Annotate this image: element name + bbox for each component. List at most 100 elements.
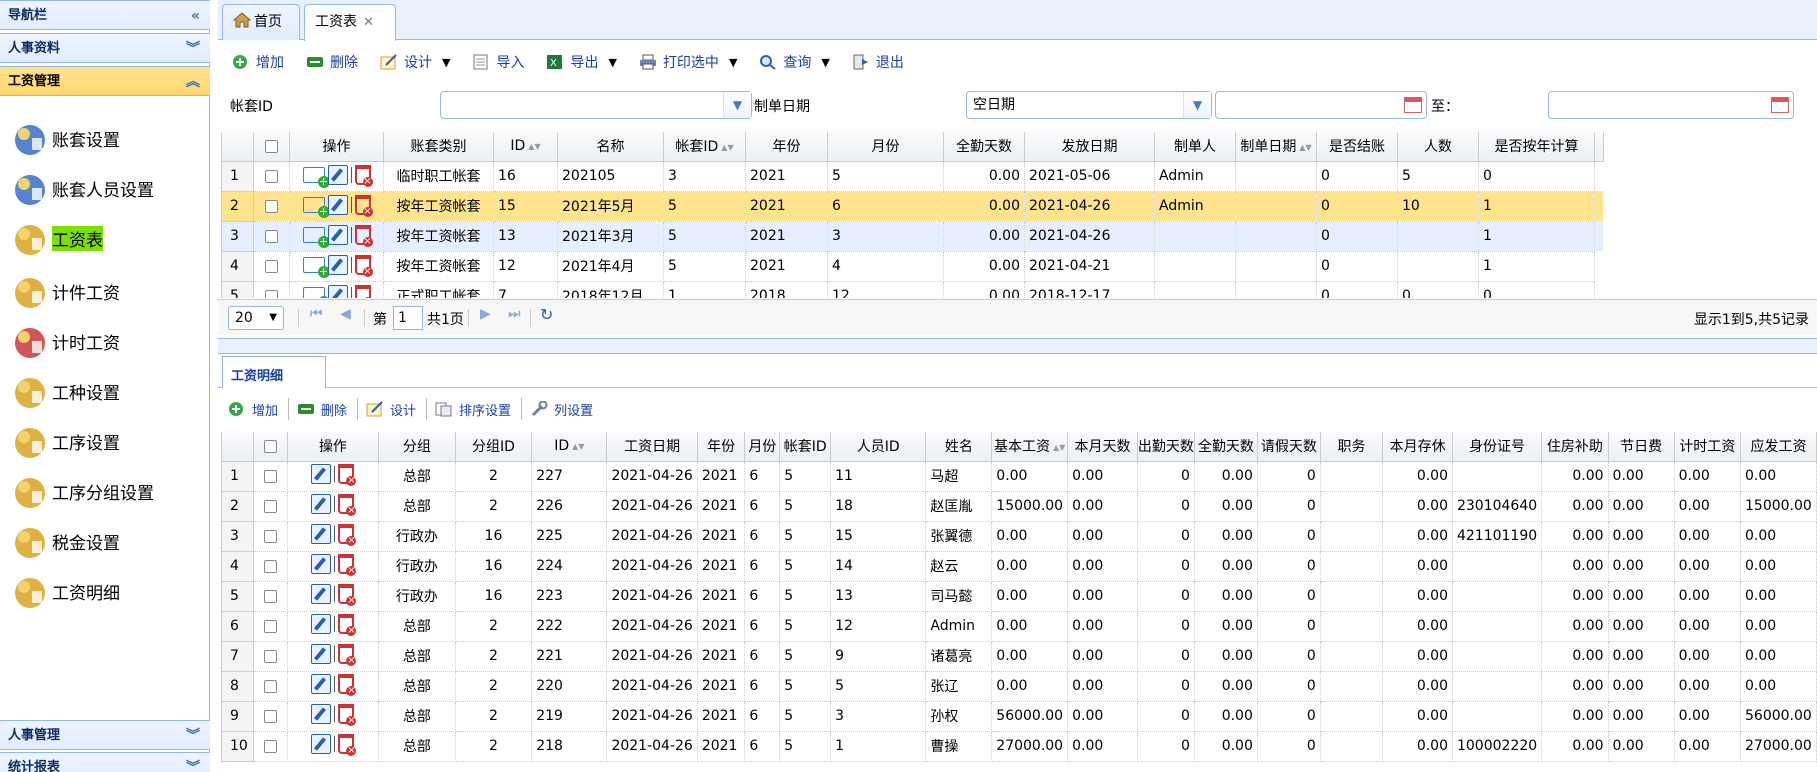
add-detail-icon[interactable] [302, 197, 330, 218]
column-header[interactable]: ID ▲▼ [531, 432, 608, 462]
ledger-id-combobox[interactable]: ▼ [440, 91, 752, 119]
row-checkbox-cell[interactable] [252, 700, 288, 732]
import-button[interactable]: 导入 [472, 52, 524, 72]
column-header[interactable]: ID ▲▼ [493, 132, 558, 162]
collapse-up-icon[interactable]: ︽ [186, 67, 200, 97]
column-header[interactable]: 分组ID [454, 432, 533, 462]
column-header[interactable]: 姓名 [925, 432, 993, 462]
dropdown-arrow-icon[interactable]: ▼ [729, 56, 737, 69]
exit-button[interactable]: 退出 [852, 52, 904, 72]
column-header[interactable]: 制单人 [1154, 132, 1236, 162]
section-reports[interactable]: 统计报表 ︾ [0, 752, 210, 772]
row-checkbox-cell[interactable] [252, 550, 288, 582]
column-header[interactable]: 本月天数 [1067, 432, 1138, 462]
table-row[interactable]: 1临时职工帐套162021053202150.002021-05-06Admin… [221, 160, 1604, 192]
detail-delete-button[interactable]: 删除 [297, 400, 347, 419]
edit-icon[interactable] [311, 704, 332, 724]
column-header[interactable]: 请假天数 [1256, 432, 1321, 462]
tab-home[interactable]: 首页 [222, 4, 300, 40]
table-row[interactable]: 5正式职工帐套72018年12月12018120.002018-12-17000 [221, 280, 1604, 298]
checkbox-icon[interactable] [263, 529, 277, 543]
tab-salary-detail[interactable]: 工资明细 [222, 356, 326, 388]
delete-icon[interactable] [338, 554, 357, 576]
calendar-icon[interactable] [1404, 97, 1422, 113]
column-header[interactable]: 月份 [827, 132, 944, 162]
column-header[interactable]: 制单日期 ▲▼ [1235, 132, 1317, 162]
delete-icon[interactable] [354, 195, 373, 217]
column-header[interactable]: 应发工资 [1740, 432, 1817, 462]
calendar-icon[interactable] [1771, 97, 1789, 113]
sidebar-item-4[interactable]: 计件工资 [10, 268, 200, 314]
delete-icon[interactable] [338, 524, 357, 546]
checkbox-icon[interactable] [263, 709, 277, 723]
delete-icon[interactable] [338, 674, 357, 696]
refresh-icon[interactable]: ↻ [540, 305, 553, 324]
edit-icon[interactable] [311, 644, 332, 664]
column-header[interactable]: 住房补助 [1541, 432, 1609, 462]
checkbox-icon[interactable] [263, 499, 277, 513]
column-header[interactable]: 帐套ID [779, 432, 832, 462]
sidebar-item-7[interactable]: 工序设置 [10, 418, 200, 464]
table-row[interactable]: 9总部22192021-04-262021653孙权56000.000.0000… [221, 700, 1817, 732]
last-page-icon[interactable]: ⏭ [508, 306, 521, 322]
section-hr-data[interactable]: 人事资料 ︾ [0, 33, 210, 63]
table-row[interactable]: 4行政办162242021-04-2620216514赵云0.000.0000.… [221, 550, 1817, 582]
print-selected-button[interactable]: 打印选中 ▼ [639, 52, 737, 72]
section-hr-management[interactable]: 人事管理 ︾ [0, 720, 210, 750]
checkbox-icon[interactable] [265, 199, 278, 213]
table-row[interactable]: 1总部22272021-04-2620216511马超0.000.0000.00… [221, 460, 1817, 492]
expand-down-icon[interactable]: ︾ [186, 721, 200, 751]
checkbox-icon[interactable] [263, 589, 277, 603]
checkbox-icon[interactable] [263, 679, 277, 693]
table-row[interactable]: 2总部22262021-04-2620216518赵匡胤15000.000.00… [221, 490, 1817, 522]
column-header[interactable]: 分组 [378, 432, 456, 462]
sidebar-item-6[interactable]: 工种设置 [10, 368, 200, 414]
date-from-input[interactable] [1215, 91, 1427, 119]
edit-icon[interactable] [311, 674, 332, 694]
checkbox-icon[interactable] [263, 559, 277, 573]
table-row[interactable]: 4按年工资帐套122021年4月5202140.002021-04-2101 [221, 250, 1604, 282]
column-header[interactable]: 年份 [745, 132, 828, 162]
column-header[interactable]: 人数 [1397, 132, 1479, 162]
row-checkbox-cell[interactable] [252, 610, 288, 642]
column-header[interactable]: 本月存休 [1382, 432, 1453, 462]
page-number-input[interactable]: 1 [393, 306, 423, 330]
column-header[interactable]: 操作 [286, 432, 380, 462]
column-header[interactable]: 发放日期 [1024, 132, 1155, 162]
date-to-input[interactable] [1548, 91, 1794, 119]
export-button[interactable]: X 导出 ▼ [546, 52, 617, 72]
delete-icon[interactable] [354, 285, 373, 298]
delete-icon[interactable] [338, 734, 357, 756]
table-row[interactable]: 6总部22222021-04-2620216512Admin0.000.0000… [221, 610, 1817, 642]
delete-icon[interactable] [338, 644, 357, 666]
column-header[interactable]: 身份证号 [1451, 432, 1543, 462]
edit-icon[interactable] [311, 584, 332, 604]
row-checkbox-cell[interactable] [253, 220, 290, 252]
column-header[interactable]: 人员ID [830, 432, 927, 462]
checkbox-icon[interactable] [263, 439, 277, 453]
table-row[interactable]: 5行政办162232021-04-2620216513司马懿0.000.0000… [221, 580, 1817, 612]
column-header[interactable]: 账套类别 [383, 132, 494, 162]
edit-icon[interactable] [311, 494, 332, 514]
checkbox-icon[interactable] [265, 169, 278, 183]
dropdown-arrow-icon[interactable]: ▼ [821, 56, 829, 69]
add-detail-icon[interactable] [302, 257, 330, 278]
row-checkbox-cell[interactable] [252, 490, 288, 522]
delete-icon[interactable] [354, 225, 373, 247]
table-row[interactable]: 3行政办162252021-04-2620216515张翼德0.000.0000… [221, 520, 1817, 552]
table-row[interactable]: 8总部22202021-04-262021655张辽0.000.0000.000… [221, 670, 1817, 702]
row-checkbox-cell[interactable] [253, 250, 290, 282]
checkbox-icon[interactable] [263, 739, 277, 753]
column-header[interactable]: 全勤天数 [1193, 432, 1258, 462]
chevron-down-icon[interactable]: ▼ [723, 92, 751, 118]
select-all-checkbox-header[interactable] [253, 132, 290, 162]
detail-design-button[interactable]: 设计 [366, 400, 416, 419]
delete-icon[interactable] [354, 165, 373, 187]
checkbox-icon[interactable] [265, 229, 278, 243]
first-page-icon[interactable]: ⏮ [310, 306, 323, 322]
edit-icon[interactable] [327, 255, 348, 275]
column-header[interactable]: 职务 [1319, 432, 1384, 462]
column-settings-button[interactable]: 列设置 [530, 400, 593, 419]
row-checkbox-cell[interactable] [253, 190, 290, 222]
column-header[interactable]: 工资日期 [606, 432, 698, 462]
